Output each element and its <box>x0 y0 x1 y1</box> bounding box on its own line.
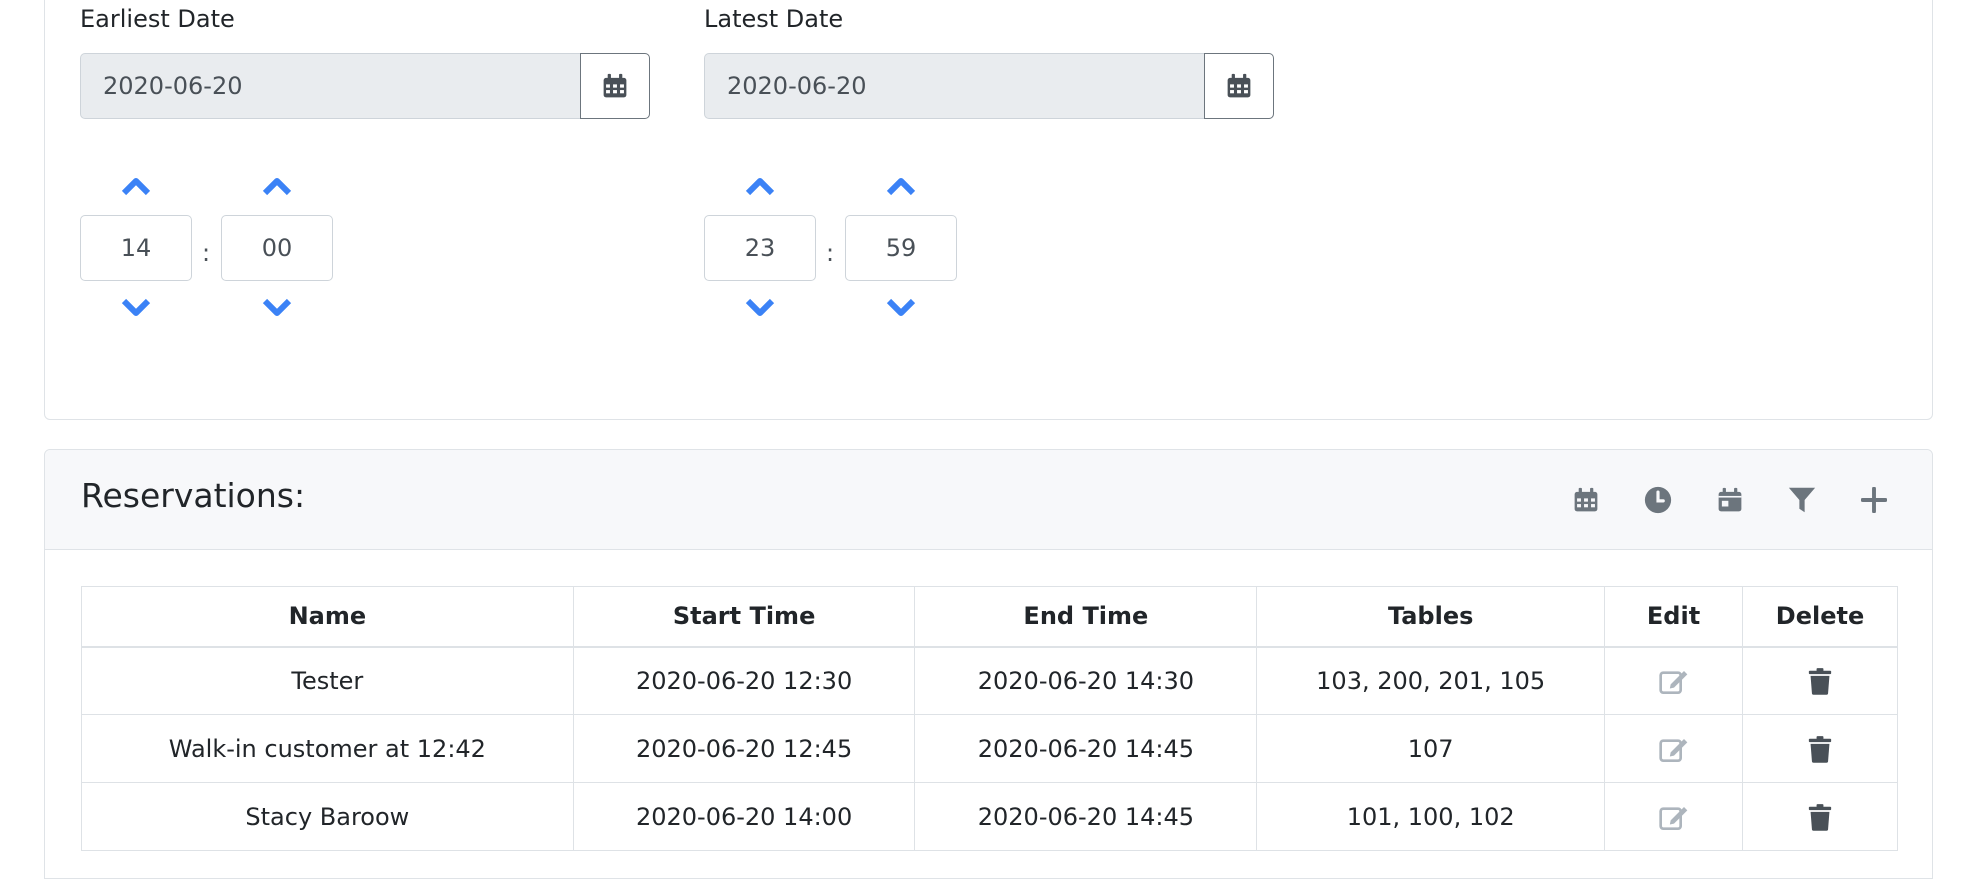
reservations-header: Reservations: <box>45 450 1932 550</box>
earliest-minute-increment[interactable] <box>257 171 297 201</box>
column-header-end-time[interactable]: End Time <box>914 586 1258 648</box>
delete-button[interactable] <box>1808 666 1832 696</box>
reservations-title: Reservations: <box>81 476 306 515</box>
edit-icon <box>1658 671 1687 695</box>
earliest-hour-input[interactable]: 14 <box>80 215 192 281</box>
column-header-edit: Edit <box>1604 586 1743 648</box>
cell-tables: 107 <box>1256 714 1606 783</box>
earliest-date-label: Earliest Date <box>80 5 235 33</box>
earliest-hour-spinner: 14 <box>80 171 192 323</box>
table-row: Tester 2020-06-20 12:30 2020-06-20 14:30… <box>81 646 1898 715</box>
calendar-icon <box>603 73 627 98</box>
latest-minute-increment[interactable] <box>881 171 921 201</box>
earliest-date-picker-button[interactable] <box>580 53 650 119</box>
chevron-up-icon <box>745 178 775 196</box>
column-header-name[interactable]: Name <box>81 586 574 648</box>
clock-icon <box>1644 486 1672 514</box>
earliest-minute-spinner: 00 <box>221 171 333 323</box>
day-view-button[interactable] <box>1710 480 1750 520</box>
cell-tables: 103, 200, 201, 105 <box>1256 646 1606 715</box>
earliest-minute-input[interactable]: 00 <box>221 215 333 281</box>
cell-edit <box>1604 714 1743 783</box>
filter-icon <box>1788 487 1816 513</box>
column-header-start-time[interactable]: Start Time <box>572 586 916 648</box>
cell-delete <box>1742 714 1898 783</box>
earliest-hour-decrement[interactable] <box>116 293 156 323</box>
time-view-button[interactable] <box>1638 480 1678 520</box>
column-header-delete: Delete <box>1742 586 1898 648</box>
chevron-up-icon <box>262 178 292 196</box>
reservations-card: Reservations: Name Start Time End Time T… <box>44 449 1933 879</box>
chevron-down-icon <box>121 298 151 316</box>
edit-button[interactable] <box>1658 667 1689 695</box>
chevron-up-icon <box>121 178 151 196</box>
filter-button[interactable] <box>1782 480 1822 520</box>
earliest-date-input[interactable]: 2020-06-20 <box>80 53 580 119</box>
cell-end-time: 2020-06-20 14:45 <box>914 782 1258 851</box>
cell-tables: 101, 100, 102 <box>1256 782 1606 851</box>
trash-icon <box>1808 667 1832 695</box>
reservations-table: Name Start Time End Time Tables Edit Del… <box>81 586 1898 851</box>
latest-hour-increment[interactable] <box>740 171 780 201</box>
add-reservation-button[interactable] <box>1854 480 1894 520</box>
edit-button[interactable] <box>1658 735 1689 763</box>
cell-start-time: 2020-06-20 14:00 <box>572 782 916 851</box>
cell-end-time: 2020-06-20 14:30 <box>914 646 1258 715</box>
latest-hour-input[interactable]: 23 <box>704 215 816 281</box>
latest-date-group: 2020-06-20 <box>704 53 1274 119</box>
date-filter-card: Earliest Date 2020-06-20 14 : 00 Latest … <box>44 0 1933 420</box>
table-row: Walk-in customer at 12:42 2020-06-20 12:… <box>81 714 1898 783</box>
chevron-down-icon <box>262 298 292 316</box>
edit-button[interactable] <box>1658 803 1689 831</box>
cell-delete <box>1742 782 1898 851</box>
cell-end-time: 2020-06-20 14:45 <box>914 714 1258 783</box>
table-row: Stacy Baroow 2020-06-20 14:00 2020-06-20… <box>81 782 1898 851</box>
latest-hour-decrement[interactable] <box>740 293 780 323</box>
column-header-tables[interactable]: Tables <box>1256 586 1606 648</box>
chevron-up-icon <box>886 178 916 196</box>
latest-date-label: Latest Date <box>704 5 844 33</box>
earliest-date-group: 2020-06-20 <box>80 53 650 119</box>
chevron-down-icon <box>745 298 775 316</box>
latest-minute-input[interactable]: 59 <box>845 215 957 281</box>
delete-button[interactable] <box>1808 734 1832 764</box>
earliest-time-separator: : <box>202 239 211 267</box>
trash-icon <box>1808 735 1832 763</box>
latest-minute-spinner: 59 <box>845 171 957 323</box>
plus-icon <box>1861 487 1887 513</box>
latest-time-separator: : <box>826 239 835 267</box>
cell-start-time: 2020-06-20 12:30 <box>572 646 916 715</box>
cell-edit <box>1604 646 1743 715</box>
latest-minute-decrement[interactable] <box>881 293 921 323</box>
cell-start-time: 2020-06-20 12:45 <box>572 714 916 783</box>
cell-edit <box>1604 782 1743 851</box>
chevron-down-icon <box>886 298 916 316</box>
cell-name: Walk-in customer at 12:42 <box>81 714 574 783</box>
latest-date-picker-button[interactable] <box>1204 53 1274 119</box>
calendar-icon <box>1574 487 1598 512</box>
calendar-view-button[interactable] <box>1566 480 1606 520</box>
cell-delete <box>1742 646 1898 715</box>
table-header-row: Name Start Time End Time Tables Edit Del… <box>81 586 1898 648</box>
earliest-minute-decrement[interactable] <box>257 293 297 323</box>
edit-icon <box>1658 807 1687 830</box>
trash-icon <box>1808 803 1832 831</box>
reservations-toolbar <box>1566 480 1894 520</box>
cell-name: Stacy Baroow <box>81 782 574 851</box>
latest-date-input[interactable]: 2020-06-20 <box>704 53 1204 119</box>
calendar-day-icon <box>1718 487 1742 512</box>
delete-button[interactable] <box>1808 802 1832 832</box>
cell-name: Tester <box>81 646 574 715</box>
latest-hour-spinner: 23 <box>704 171 816 323</box>
edit-icon <box>1658 739 1687 762</box>
earliest-hour-increment[interactable] <box>116 171 156 201</box>
calendar-icon <box>1227 73 1251 98</box>
